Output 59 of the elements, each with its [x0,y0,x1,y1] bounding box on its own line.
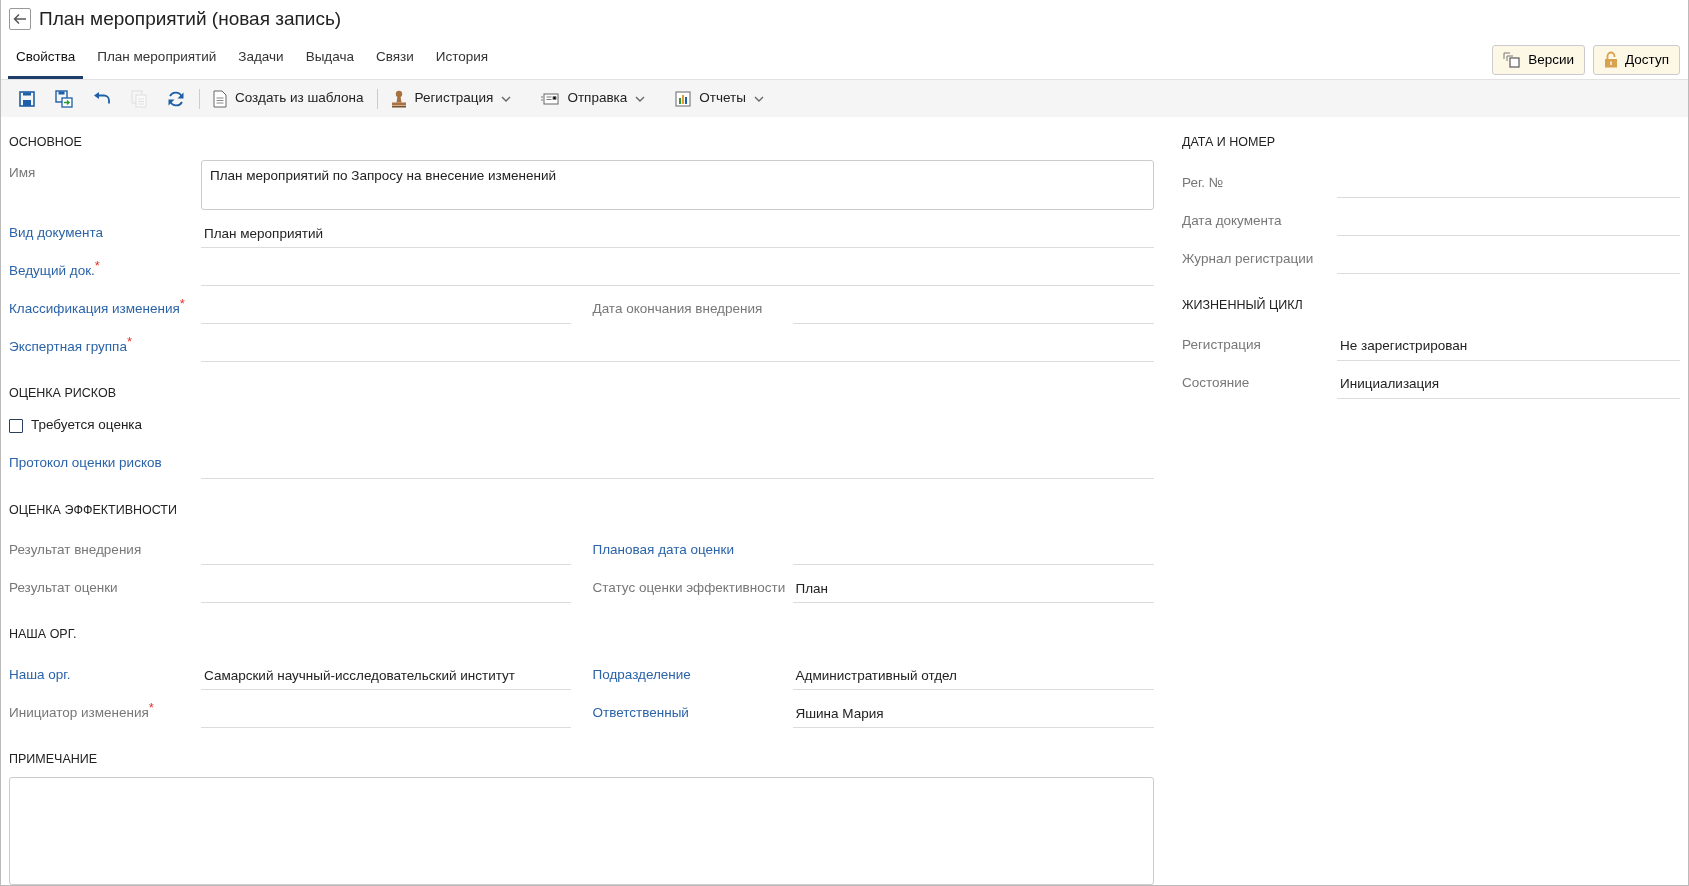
send-button[interactable]: Отправка [532,84,655,113]
field-label: Имя [9,163,37,182]
page-title: План мероприятий (новая запись) [39,8,342,31]
back-button[interactable] [9,8,31,31]
card-icon [541,91,560,106]
input-field[interactable]: План мероприятий [201,220,1154,248]
document-icon [213,89,227,108]
input-field[interactable]: Яшина Мария [792,700,1154,729]
refresh-icon [167,89,185,108]
tab[interactable]: История [427,30,497,80]
register-button[interactable]: Регистрация [381,84,521,113]
section-title: ПРИМЕЧАНИЕ [9,751,99,769]
field-link[interactable]: Ответственный [592,702,793,729]
field-label: Дата окончания внедрения [592,299,764,318]
field-label: Статус оценки эффективности [592,579,787,598]
field-label: Результат оценки [9,579,119,598]
field-label: Журнал регистрации [1182,249,1315,268]
input-field[interactable]: Инициализация [1337,371,1680,399]
input-field[interactable]: Не зарегистрирован [1337,333,1680,361]
section-title: ОЦЕНКА РИСКОВ [9,384,117,402]
field-label: Дата документа [1182,211,1283,230]
field-link[interactable]: Плановая дата оценки [592,540,793,566]
tab[interactable]: Выдача [297,30,362,80]
field-link[interactable]: Вид документа [9,222,201,248]
versions-button[interactable]: Версии [1492,44,1586,76]
stamp-icon [390,89,407,108]
tab[interactable]: Задачи [230,30,292,80]
section-title: ОЦЕНКА ЭФФЕКТИВНОСТИ [9,501,178,519]
save-as-icon [55,89,73,108]
tab[interactable]: План мероприятий [89,30,225,80]
template-button[interactable]: Создать из шаблона [204,84,373,113]
note-area[interactable] [9,776,1154,885]
field-link[interactable]: Протокол оценки рисков [9,453,201,479]
padlock-icon [1604,51,1619,69]
input-field[interactable]: Самарский научный-исследовательский институт [201,662,571,691]
field-label: Рег. № [1182,173,1225,192]
access-button[interactable]: Доступ [1593,44,1680,76]
field-label: Результат внедрения [9,541,143,560]
field-label: Состояние [1182,374,1251,393]
text-area[interactable]: План мероприятий по Запросу на внесение изменений [201,159,1154,210]
copy-icon [131,89,147,108]
section-title: ОСНОВНОЕ [9,134,83,152]
checkbox[interactable] [9,418,23,433]
field-link[interactable]: Наша орг. [9,664,201,691]
reports-button[interactable]: Отчеты [666,84,773,113]
checkbox-label: Требуется оценка [31,416,143,435]
input-field[interactable]: План [792,576,1154,604]
field-link[interactable]: Подразделение [592,664,793,691]
section-title: ДАТА И НОМЕР [1182,134,1277,152]
tab[interactable]: Связи [368,30,422,80]
save-icon [19,90,35,107]
back-arrow-icon [13,13,27,26]
bar-chart-icon [675,90,692,107]
undo-icon [93,91,111,106]
section-title: НАША ОРГ. [9,626,78,644]
field-label: Регистрация [1182,336,1262,355]
section-title: ЖИЗНЕННЫЙ ЦИКЛ [1182,296,1304,314]
input-field[interactable]: Административный отдел [792,662,1154,691]
copies-icon [1503,51,1522,68]
